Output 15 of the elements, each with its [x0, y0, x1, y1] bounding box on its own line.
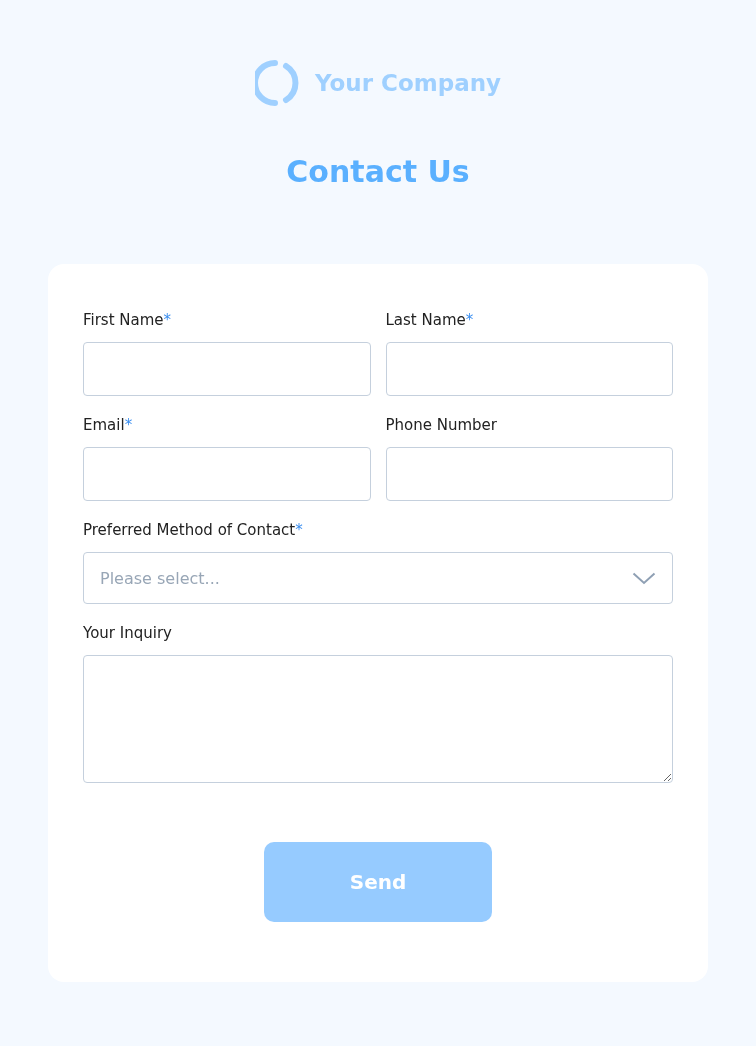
field-label: Last Name* [385, 310, 474, 330]
field-label: Preferred Method of Contact* [83, 520, 303, 540]
field-label: Email* [83, 415, 133, 435]
page-title: Contact Us [286, 153, 470, 191]
input-field[interactable] [385, 342, 673, 396]
chevron-down-icon [632, 571, 656, 585]
field-label: Your Inquiry [83, 623, 172, 643]
field-label: Phone Number [385, 415, 497, 435]
company-name: Your Company [314, 70, 502, 96]
text-area[interactable] [83, 655, 673, 783]
input-field[interactable] [83, 447, 371, 501]
select-field[interactable]: Please select... [83, 552, 673, 604]
input-field[interactable] [83, 342, 371, 396]
input-field[interactable] [385, 447, 673, 501]
field-label: First Name* [83, 310, 172, 330]
